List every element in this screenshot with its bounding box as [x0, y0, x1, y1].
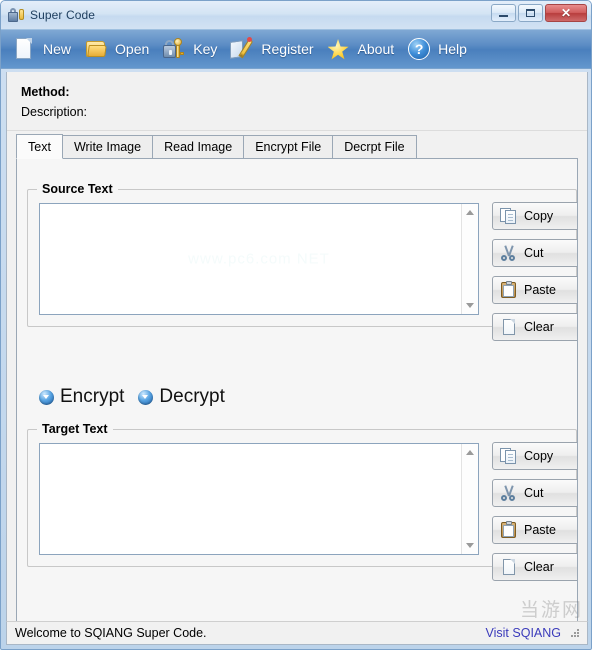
visit-sqiang-link[interactable]: Visit SQIANG — [486, 626, 561, 640]
question-orb-icon: ? — [406, 36, 432, 62]
target-text-input[interactable] — [39, 443, 479, 555]
tab-label-decrypt-file: Decrpt File — [344, 140, 405, 154]
maximize-icon — [526, 9, 535, 17]
blue-orb-icon — [39, 389, 54, 405]
scroll-up-icon[interactable] — [462, 444, 478, 461]
target-copy-label: Copy — [524, 449, 554, 463]
toolbar-label-new: New — [43, 41, 72, 57]
source-paste-label: Paste — [524, 283, 556, 297]
source-cut-label: Cut — [524, 246, 544, 260]
copy-icon — [500, 447, 518, 465]
source-text-value[interactable] — [40, 204, 461, 314]
star-icon — [326, 36, 352, 62]
target-text-scrollbar[interactable] — [461, 444, 478, 554]
target-cut-label: Cut — [524, 486, 544, 500]
title-bar[interactable]: Super Code ✕ — [1, 1, 591, 29]
tab-text[interactable]: Text — [16, 134, 63, 159]
scroll-up-icon[interactable] — [462, 204, 478, 221]
toolbar-label-help: Help — [438, 41, 467, 57]
toolbar-button-new[interactable]: New — [7, 32, 79, 66]
encrypt-label: Encrypt — [60, 386, 125, 407]
toolbar-label-key: Key — [193, 41, 218, 57]
tab-strip: Text Write Image Read Image Encrypt File… — [7, 134, 587, 159]
scroll-down-icon[interactable] — [462, 297, 478, 314]
maximize-button[interactable] — [518, 4, 543, 22]
new-document-icon — [11, 36, 37, 62]
status-bar: Welcome to SQIANG Super Code. Visit SQIA… — [6, 621, 588, 645]
toolbar-label-register: Register — [261, 41, 314, 57]
encrypt-option[interactable]: Encrypt — [39, 386, 124, 408]
source-clear-label: Clear — [524, 320, 554, 334]
client-area: Method: Description: Text Write Image Re… — [6, 72, 588, 644]
toolbar-label-open: Open — [115, 41, 150, 57]
mode-selector: Encrypt Decrypt — [39, 386, 225, 408]
tab-page-text: Source Text www.pc6.com NET Copy Cut Pas… — [16, 159, 578, 643]
target-paste-label: Paste — [524, 523, 556, 537]
target-clear-label: Clear — [524, 560, 554, 574]
copy-icon — [500, 207, 518, 225]
target-text-title: Target Text — [37, 421, 113, 437]
target-cut-button[interactable]: Cut — [492, 479, 577, 507]
scissors-icon — [500, 484, 518, 502]
tab-label-text: Text — [28, 139, 51, 154]
description-label: Description: — [21, 105, 87, 119]
tab-label-encrypt-file: Encrypt File — [255, 140, 322, 154]
main-toolbar: New Open Key Register About ? Help — [1, 29, 591, 69]
status-message: Welcome to SQIANG Super Code. — [15, 626, 207, 640]
tab-read-image[interactable]: Read Image — [152, 135, 245, 159]
toolbar-label-about: About — [357, 41, 395, 57]
target-text-value[interactable] — [40, 444, 461, 554]
source-text-input[interactable]: www.pc6.com NET — [39, 203, 479, 315]
method-label: Method: — [21, 85, 70, 99]
target-copy-button[interactable]: Copy — [492, 442, 577, 470]
open-folder-icon — [83, 36, 109, 62]
tab-write-image[interactable]: Write Image — [61, 135, 154, 159]
source-cut-button[interactable]: Cut — [492, 239, 577, 267]
source-copy-button[interactable]: Copy — [492, 202, 577, 230]
clipboard-icon — [500, 281, 518, 299]
close-button[interactable]: ✕ — [545, 4, 587, 22]
blue-orb-icon — [138, 389, 154, 405]
window-title: Super Code — [30, 8, 96, 22]
lock-key-icon — [8, 7, 24, 23]
tab-decrypt-file[interactable]: Decrpt File — [332, 135, 417, 159]
method-info-panel: Method: Description: — [7, 72, 587, 131]
target-text-group: Target Text Copy Cut Paste Clear — [27, 421, 577, 581]
minimize-button[interactable] — [491, 4, 516, 22]
source-text-title: Source Text — [37, 181, 118, 197]
application-window: Super Code ✕ New Open Key Register About… — [0, 0, 592, 650]
close-icon: ✕ — [560, 6, 572, 20]
source-text-scrollbar[interactable] — [461, 204, 478, 314]
scroll-down-icon[interactable] — [462, 537, 478, 554]
window-controls: ✕ — [491, 4, 587, 22]
tab-label-read-image: Read Image — [164, 140, 233, 154]
toolbar-button-help[interactable]: ? Help — [402, 32, 475, 66]
target-clear-button[interactable]: Clear — [492, 553, 577, 581]
source-text-group: Source Text www.pc6.com NET Copy Cut Pas… — [27, 181, 577, 341]
status-bar-right: Visit SQIANG — [486, 626, 581, 640]
source-copy-label: Copy — [524, 209, 554, 223]
toolbar-button-register[interactable]: Register — [225, 32, 321, 66]
blank-page-icon — [500, 318, 518, 336]
source-paste-button[interactable]: Paste — [492, 276, 577, 304]
clipboard-icon — [500, 521, 518, 539]
register-pen-icon — [229, 36, 255, 62]
scissors-icon — [500, 244, 518, 262]
tab-encrypt-file[interactable]: Encrypt File — [243, 135, 334, 159]
toolbar-button-key[interactable]: Key — [157, 32, 225, 66]
toolbar-button-about[interactable]: About — [322, 32, 403, 66]
toolbar-button-open[interactable]: Open — [79, 32, 157, 66]
source-clear-button[interactable]: Clear — [492, 313, 577, 341]
lock-key-icon — [161, 36, 187, 62]
blank-page-icon — [500, 558, 518, 576]
resize-grip-icon[interactable] — [569, 627, 581, 639]
tab-label-write-image: Write Image — [73, 140, 142, 154]
target-paste-button[interactable]: Paste — [492, 516, 577, 544]
decrypt-label: Decrypt — [159, 386, 225, 407]
decrypt-option[interactable]: Decrypt — [138, 386, 225, 408]
minimize-icon — [499, 15, 508, 17]
